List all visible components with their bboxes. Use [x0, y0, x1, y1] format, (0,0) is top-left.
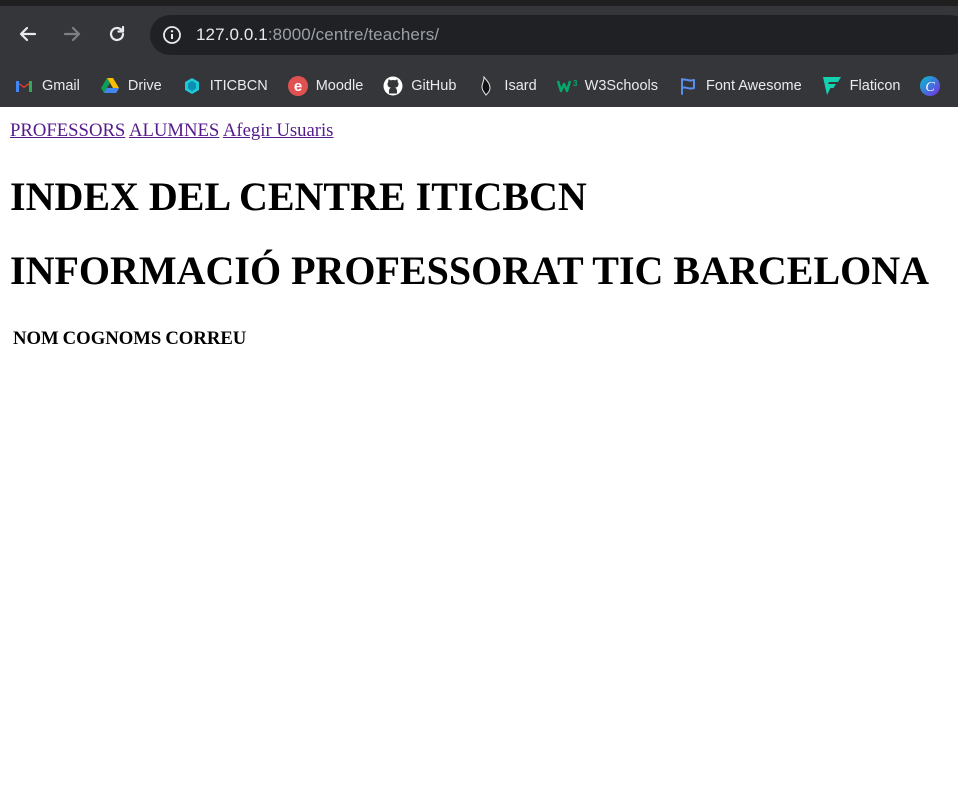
bookmark-label: W3Schools [584, 77, 659, 94]
bookmark-moodle[interactable]: e Moodle [287, 75, 364, 96]
bookmark-label: Moodle [315, 77, 364, 94]
top-nav-links: PROFESSORS ALUMNES Afegir Usuaris [10, 118, 948, 144]
browser-toolbar: 127.0.0.1:8000/centre/teachers/ [0, 6, 958, 64]
url-text[interactable]: 127.0.0.1:8000/centre/teachers/ [196, 25, 439, 45]
afegir-usuaris-link[interactable]: Afegir Usuaris [223, 120, 334, 141]
moodle-icon: e [287, 75, 308, 96]
bookmark-flaticon[interactable]: Flaticon [822, 76, 901, 96]
bookmark-github[interactable]: GitHub [383, 76, 456, 96]
bookmark-canva[interactable]: C [920, 75, 948, 96]
column-header-nom: NOM [13, 328, 59, 349]
gmail-icon [14, 76, 34, 96]
forward-arrow-icon [63, 26, 81, 42]
svg-text:3: 3 [573, 79, 577, 88]
drive-icon [100, 76, 120, 96]
back-arrow-icon [19, 26, 37, 42]
bookmark-label: Drive [127, 77, 162, 94]
url-path: :8000/centre/teachers/ [267, 25, 440, 44]
bookmark-iticbcn[interactable]: ITICBCN [182, 76, 268, 96]
section-title: INFORMACIÓ PROFESSORAT TIC BARCELONA [10, 248, 930, 293]
iticbcn-icon [182, 76, 202, 96]
svg-text:C: C [926, 80, 936, 95]
professors-link[interactable]: PROFESSORS [10, 120, 125, 141]
bookmark-label: Gmail [42, 77, 80, 94]
bookmark-drive[interactable]: Drive [100, 76, 162, 96]
teachers-table: NOM COGNOMS CORREU [10, 325, 249, 353]
bookmark-gmail[interactable]: Gmail [14, 76, 80, 96]
svg-text:e: e [294, 78, 302, 95]
forward-button[interactable] [56, 18, 88, 50]
bookmark-fontawesome[interactable]: Font Awesome [678, 76, 802, 96]
table-header-row: NOM COGNOMS CORREU [12, 327, 247, 351]
browser-chrome: 127.0.0.1:8000/centre/teachers/ Gmail Dr… [0, 0, 958, 107]
bookmarks-bar: Gmail Drive ITICBCN e Moodle GitHub Isar… [0, 64, 958, 107]
url-host: 127.0.0.1 [196, 25, 268, 44]
isard-icon [476, 75, 496, 96]
bookmark-w3schools[interactable]: 3 W3Schools [556, 76, 659, 96]
column-header-correu: CORREU [165, 328, 247, 349]
bookmark-isard[interactable]: Isard [476, 75, 537, 96]
alumnes-link[interactable]: ALUMNES [129, 120, 219, 141]
site-info-icon[interactable] [160, 23, 184, 47]
page-content: PROFESSORS ALUMNES Afegir Usuaris INDEX … [0, 107, 958, 361]
address-bar[interactable]: 127.0.0.1:8000/centre/teachers/ [150, 15, 958, 55]
column-header-cognoms: COGNOMS [62, 328, 162, 349]
bookmark-label: GitHub [411, 77, 457, 94]
canva-icon: C [920, 75, 941, 96]
bookmark-label: ITICBCN [209, 77, 268, 94]
w3schools-icon: 3 [556, 76, 577, 96]
flaticon-icon [822, 76, 842, 96]
bookmark-label: Isard [504, 77, 537, 94]
reload-icon [109, 25, 125, 42]
github-icon [383, 76, 403, 96]
fontawesome-icon [678, 76, 698, 96]
back-button[interactable] [12, 18, 44, 50]
page-title: INDEX DEL CENTRE ITICBCN [10, 174, 587, 219]
bookmark-label: Flaticon [849, 77, 901, 94]
bookmark-label: Font Awesome [706, 77, 802, 94]
reload-button[interactable] [101, 18, 133, 50]
